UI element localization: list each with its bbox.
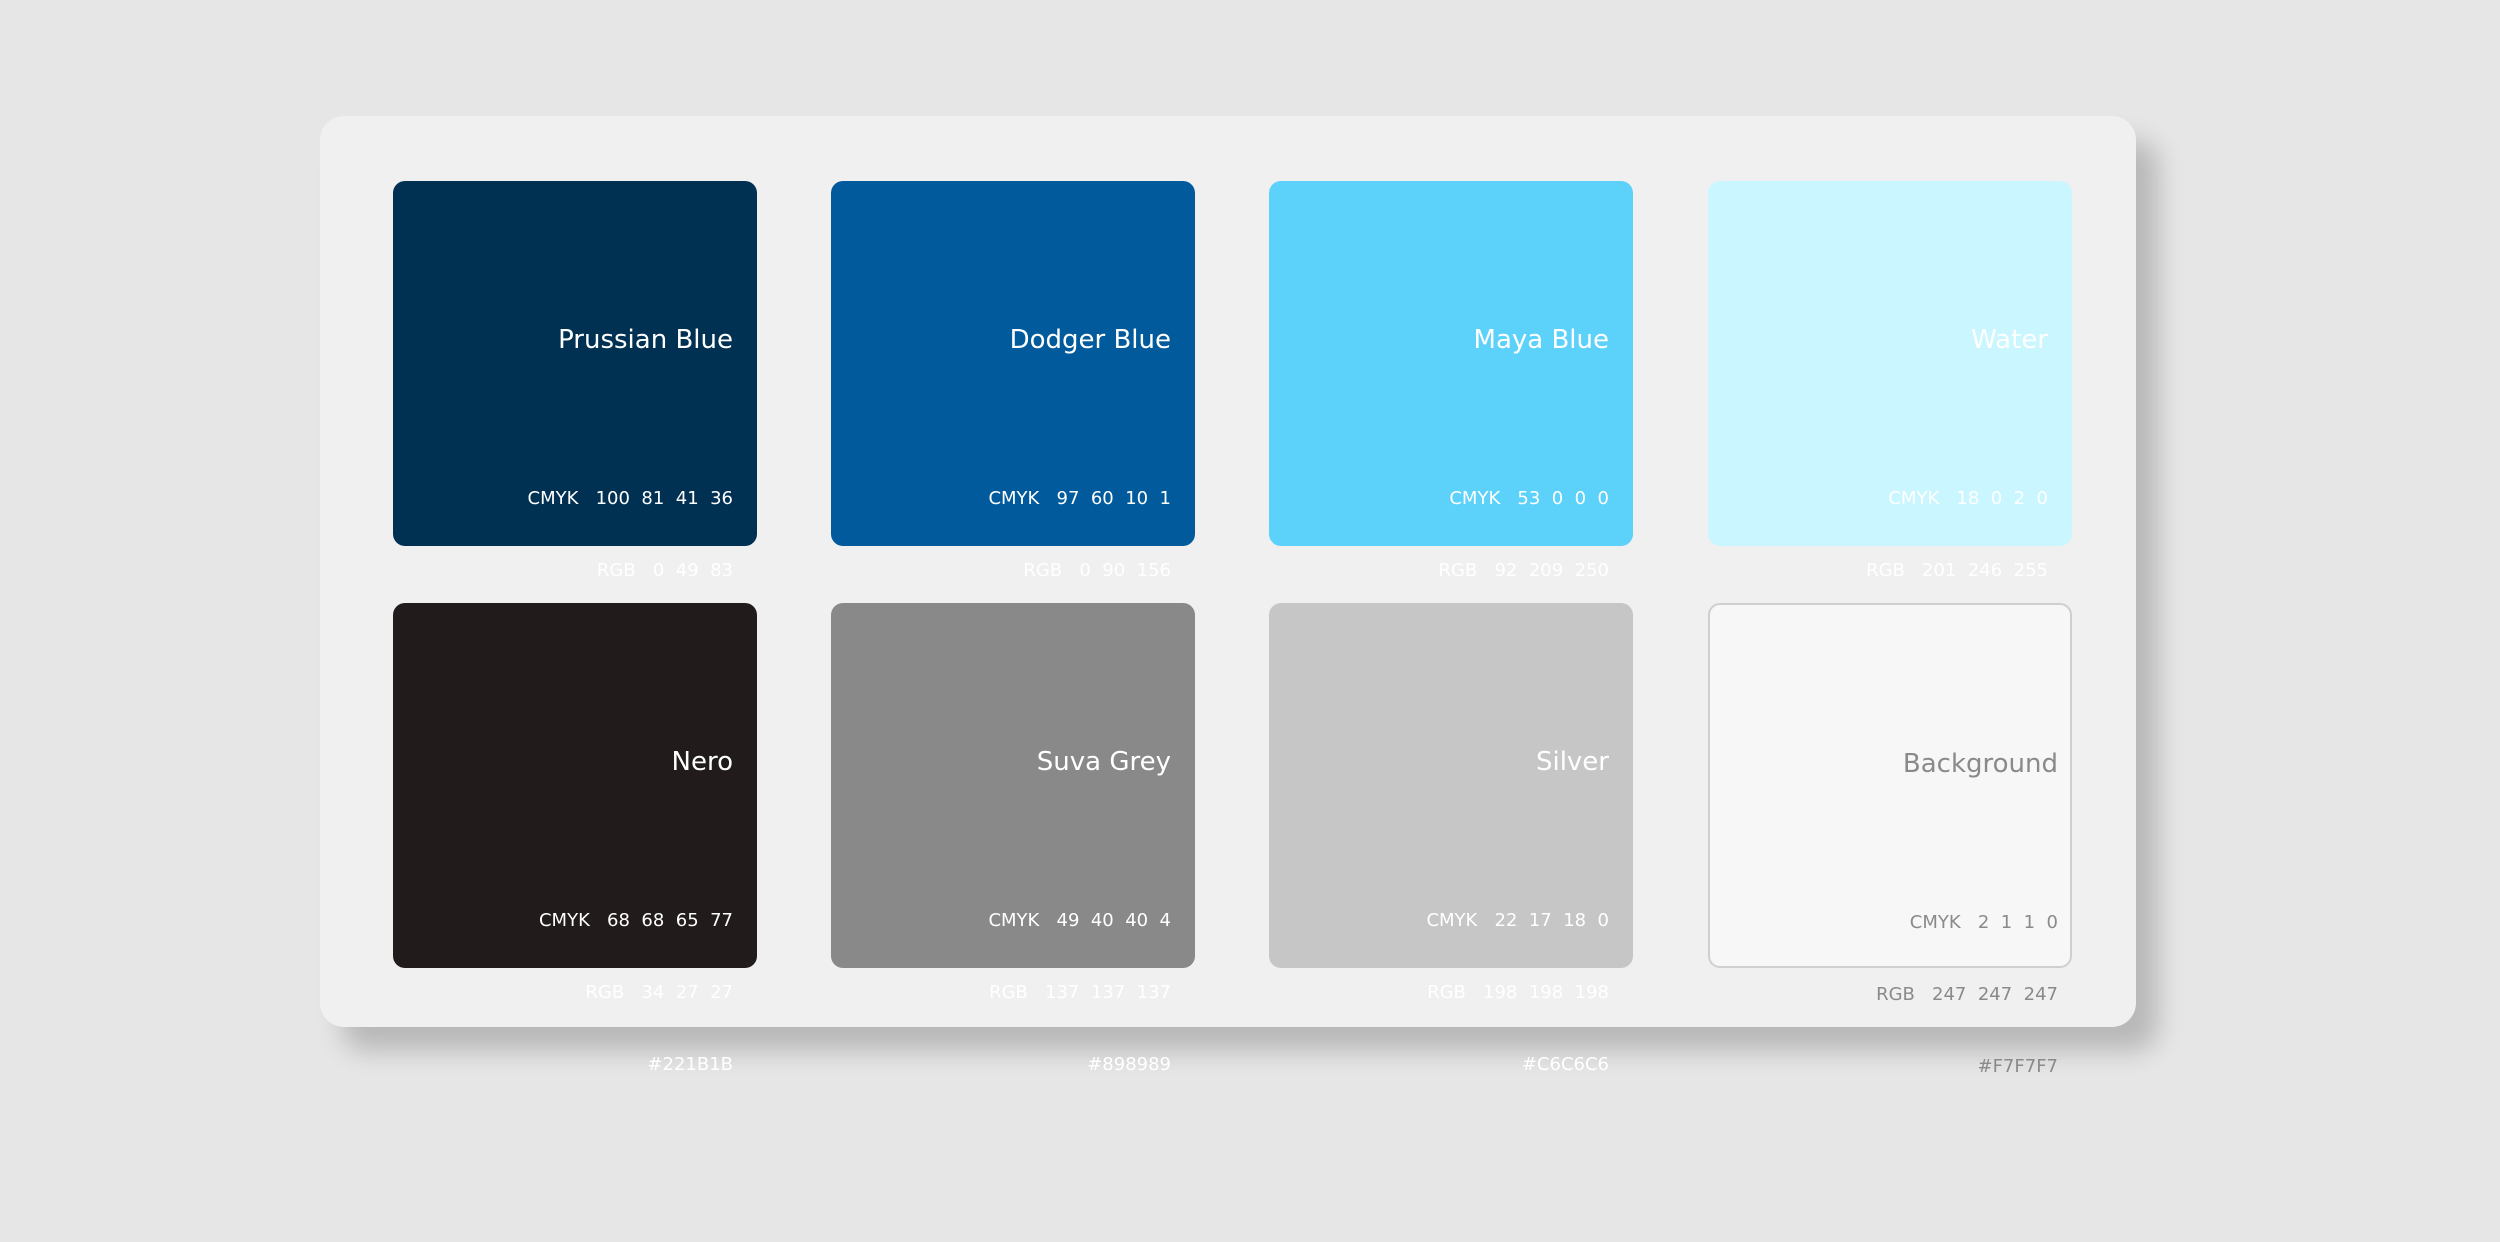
swatch-cmyk: CMYK 97 60 10 1 xyxy=(988,488,1171,509)
swatch-suva-grey: Suva Grey CMYK 49 40 40 4 RGB 137 137 13… xyxy=(831,603,1195,1075)
swatch-name: Silver xyxy=(1535,747,1609,777)
swatch-rgb: RGB 247 247 247 xyxy=(1876,984,2058,1005)
swatch-rgb: RGB 34 27 27 xyxy=(585,982,733,1003)
swatch-background: Background CMYK 2 1 1 0 RGB 247 247 247 … xyxy=(1708,603,2072,1077)
swatch-hex: #221B1B xyxy=(647,1054,733,1075)
swatch-prussian-blue: Prussian Blue CMYK 100 81 41 36 RGB 0 49… xyxy=(393,181,757,653)
swatch-maya-blue: Maya Blue CMYK 53 0 0 0 RGB 92 209 250 #… xyxy=(1269,181,1633,653)
swatch-rgb: RGB 0 90 156 xyxy=(1023,560,1171,581)
swatch-hex: #898989 xyxy=(1087,1054,1171,1075)
swatch-cmyk: CMYK 2 1 1 0 xyxy=(1909,912,2058,933)
swatch-dodger-blue: Dodger Blue CMYK 97 60 10 1 RGB 0 90 156… xyxy=(831,181,1195,653)
swatch-codes: CMYK 2 1 1 0 RGB 247 247 247 #F7F7F7 xyxy=(1876,863,2058,1127)
swatch-cmyk: CMYK 53 0 0 0 xyxy=(1449,488,1609,509)
swatch-name: Dodger Blue xyxy=(1009,325,1171,355)
swatch-name: Prussian Blue xyxy=(558,325,733,355)
swatch-name: Maya Blue xyxy=(1473,325,1609,355)
swatch-rgb: RGB 0 49 83 xyxy=(596,560,733,581)
swatch-cmyk: CMYK 18 0 2 0 xyxy=(1888,488,2048,509)
swatch-codes: CMYK 22 17 18 0 RGB 198 198 198 #C6C6C6 xyxy=(1426,861,1609,1125)
swatch-codes: CMYK 49 40 40 4 RGB 137 137 137 #898989 xyxy=(988,861,1171,1125)
swatch-codes: CMYK 68 68 65 77 RGB 34 27 27 #221B1B xyxy=(539,861,733,1125)
swatch-name: Suva Grey xyxy=(1036,747,1171,777)
swatch-cmyk: CMYK 49 40 40 4 xyxy=(988,910,1171,931)
swatch-hex: #C6C6C6 xyxy=(1521,1054,1609,1075)
swatch-cmyk: CMYK 100 81 41 36 xyxy=(527,488,733,509)
swatch-water: Water CMYK 18 0 2 0 RGB 201 246 255 #C9F… xyxy=(1708,181,2072,653)
swatch-hex: #F7F7F7 xyxy=(1977,1056,2059,1077)
swatch-name: Nero xyxy=(671,747,733,777)
swatch-cmyk: CMYK 68 68 65 77 xyxy=(538,910,733,931)
swatch-cmyk: CMYK 22 17 18 0 xyxy=(1426,910,1609,931)
swatch-name: Water xyxy=(1971,325,2048,355)
swatch-nero: Nero CMYK 68 68 65 77 RGB 34 27 27 #221B… xyxy=(393,603,757,1075)
swatch-rgb: RGB 201 246 255 xyxy=(1866,560,2048,581)
swatch-name: Background xyxy=(1902,749,2058,779)
swatch-rgb: RGB 92 209 250 xyxy=(1438,560,1609,581)
palette-card: Prussian Blue CMYK 100 81 41 36 RGB 0 49… xyxy=(320,116,2136,1077)
swatch-rgb: RGB 137 137 137 xyxy=(989,982,1171,1003)
swatch-rgb: RGB 198 198 198 xyxy=(1427,982,1609,1003)
swatch-silver: Silver CMYK 22 17 18 0 RGB 198 198 198 #… xyxy=(1269,603,1633,1075)
